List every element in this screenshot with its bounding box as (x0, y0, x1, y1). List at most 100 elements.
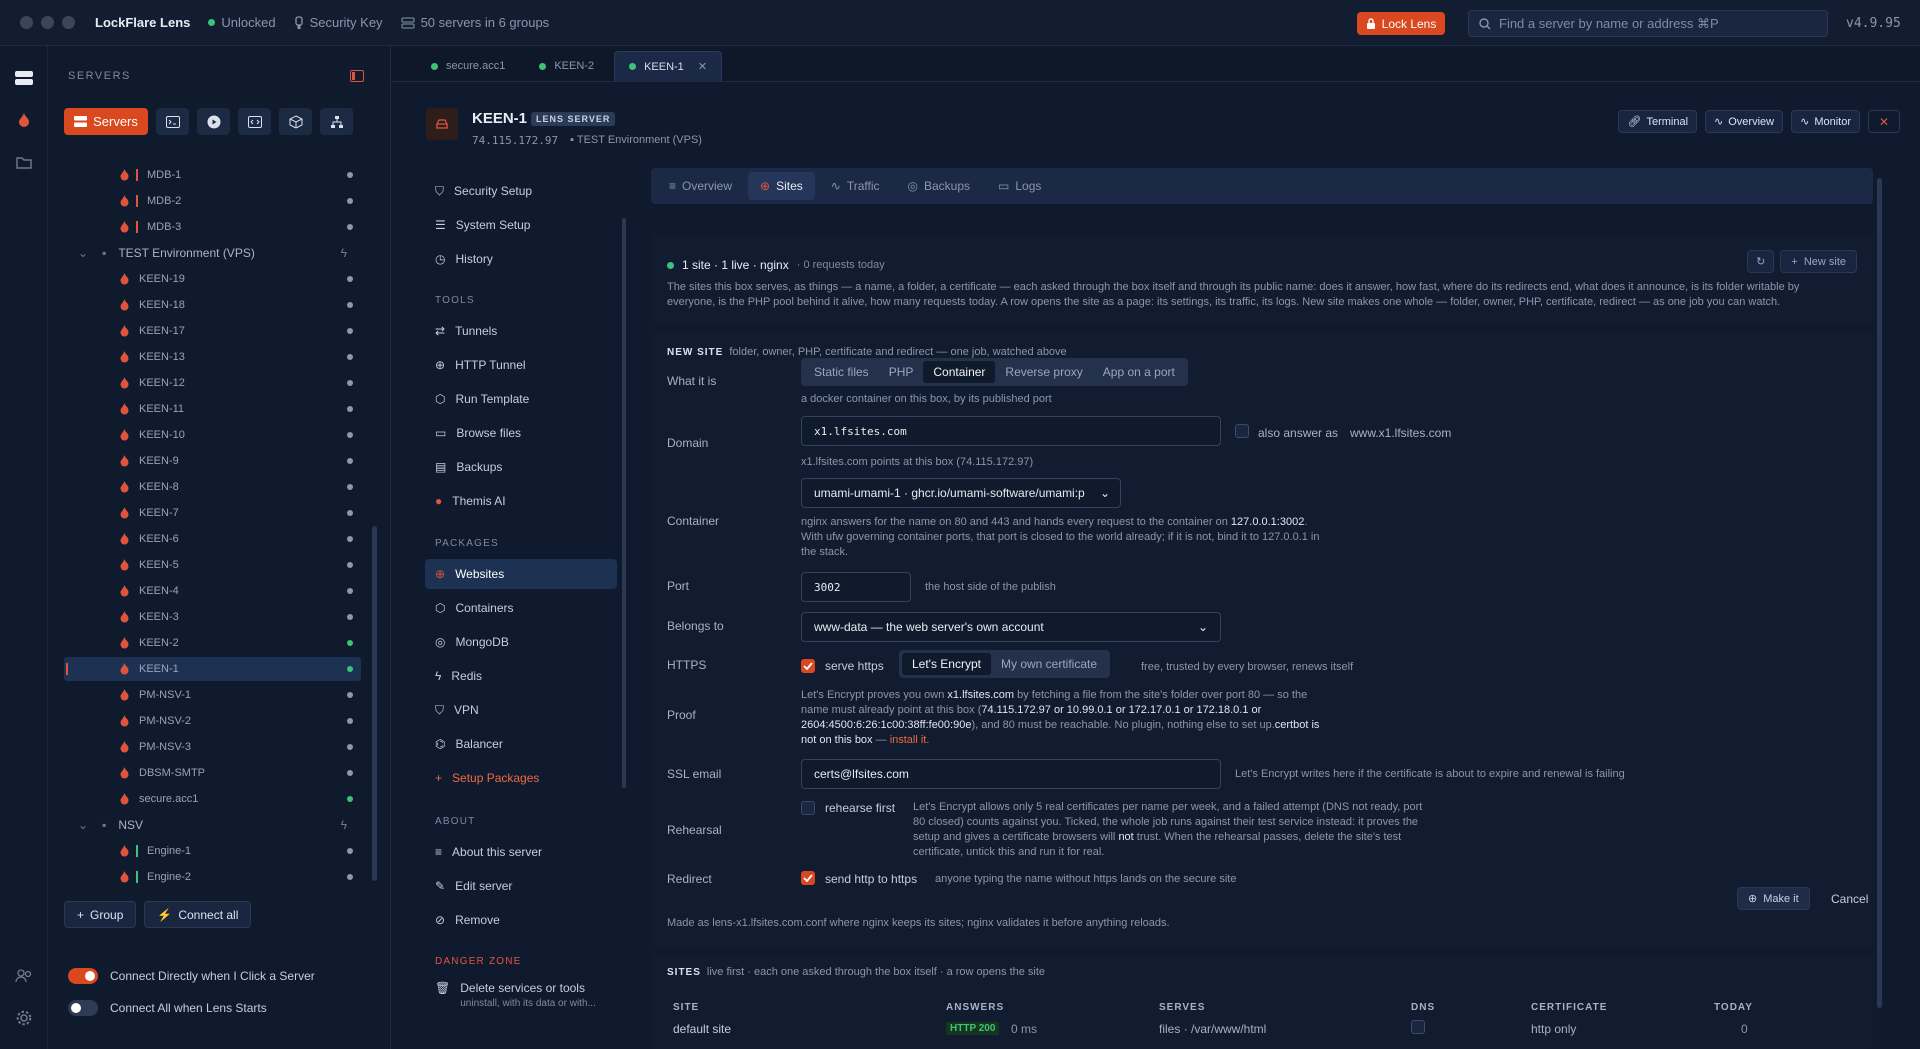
tab-keen-2[interactable]: KEEN-2 (525, 51, 608, 81)
connect-all-toggle[interactable] (68, 1000, 98, 1016)
cert-lets-encrypt[interactable]: Let's Encrypt (902, 653, 991, 675)
sidebar-server-row[interactable]: KEEN-19 (64, 267, 361, 291)
connect-direct-toggle[interactable] (68, 968, 98, 984)
nav-redis[interactable]: ϟ Redis (425, 661, 617, 691)
nav-remove[interactable]: ⊘ Remove (425, 905, 617, 935)
sidebar-server-row[interactable]: KEEN-4 (64, 579, 361, 603)
kind-static-files[interactable]: Static files (804, 361, 879, 383)
nav-setup-packages[interactable]: + Setup Packages (425, 763, 617, 793)
kind-app-on-port[interactable]: App on a port (1093, 361, 1185, 383)
sidebar-group[interactable]: ⌄ ▪ TEST Environment (VPS) ϟ (64, 241, 361, 265)
nav-about-server[interactable]: ≡ About this server (425, 837, 617, 867)
kind-php[interactable]: PHP (879, 361, 924, 383)
domain-input[interactable]: x1.lfsites.com (801, 416, 1221, 446)
sidebar-server-row[interactable]: KEEN-8 (64, 475, 361, 499)
nav-containers[interactable]: ⬡ Containers (425, 593, 617, 623)
servers-rail-icon[interactable] (12, 66, 36, 90)
row-site[interactable]: default site (673, 1022, 731, 1036)
also-answer-checkbox[interactable] (1235, 424, 1249, 438)
sidebar-server-row[interactable]: KEEN-11 (64, 397, 361, 421)
nav-browse-files[interactable]: ▭ Browse files (425, 418, 617, 448)
window-maximize-dot[interactable] (62, 16, 75, 29)
monitor-button[interactable]: ∿ Monitor (1791, 110, 1860, 133)
subtab-logs[interactable]: ▭ Logs (986, 172, 1053, 200)
port-input[interactable]: 3002 (801, 572, 911, 602)
sidebar-server-row[interactable]: KEEN-6 (64, 527, 361, 551)
sidebar-server-row[interactable]: PM-NSV-1 (64, 683, 361, 707)
sidebar-server-row[interactable]: MDB-3 (64, 215, 361, 239)
make-it-button[interactable]: ⊕ Make it (1737, 887, 1810, 910)
package-tab-button[interactable] (279, 108, 312, 135)
cert-own[interactable]: My own certificate (991, 653, 1107, 675)
sidebar-group[interactable]: ⌄ ▪ NSV ϟ (64, 813, 361, 837)
sidebar-server-row[interactable]: KEEN-9 (64, 449, 361, 473)
bolt-icon[interactable]: ϟ (341, 246, 347, 260)
subtab-overview[interactable]: ≡ Overview (657, 172, 744, 200)
terminal-button[interactable]: 🔗︎ Terminal (1618, 110, 1698, 133)
nav-delete-services[interactable]: 🗑︎ Delete services or tools uninstall, wit… (425, 977, 617, 1011)
sidebar-server-row[interactable]: KEEN-10 (64, 423, 361, 447)
connect-all-button[interactable]: ⚡ Connect all (144, 901, 252, 928)
sidebar-scrollbar[interactable] (372, 526, 377, 881)
rehearse-checkbox[interactable] (801, 801, 815, 815)
ssl-email-input[interactable]: certs@lfsites.com (801, 759, 1221, 789)
cancel-button[interactable]: Cancel (1831, 892, 1868, 906)
sidebar-server-row[interactable]: DBSM-SMTP (64, 761, 361, 785)
security-key[interactable]: Security Key (294, 15, 383, 30)
terminal-tab-button[interactable] (156, 108, 189, 135)
lock-lens-button[interactable]: Lock Lens (1357, 12, 1445, 35)
nav-balancer[interactable]: ⌬ Balancer (425, 729, 617, 759)
tab-keen-1[interactable]: KEEN-1 ✕ (614, 51, 723, 81)
chevron-down-icon[interactable]: ⌄ (78, 818, 88, 832)
folder-rail-icon[interactable] (12, 150, 36, 174)
nav-backups[interactable]: ▤ Backups (425, 452, 617, 482)
sidebar-server-row[interactable]: PM-NSV-2 (64, 709, 361, 733)
redirect-checkbox[interactable] (801, 871, 815, 885)
sidebar-server-row[interactable]: PM-NSV-3 (64, 735, 361, 759)
flame-rail-icon[interactable] (12, 108, 36, 132)
tab-close-icon[interactable]: ✕ (698, 60, 707, 73)
sidebar-server-row[interactable]: KEEN-2 (64, 631, 361, 655)
add-group-button[interactable]: + Group (64, 901, 137, 928)
sidebar-server-row[interactable]: KEEN-18 (64, 293, 361, 317)
main-scrollbar[interactable] (1877, 178, 1882, 1008)
users-rail-icon[interactable] (12, 964, 36, 988)
sidebar-server-row[interactable]: MDB-2 (64, 189, 361, 213)
sidebar-server-row[interactable]: Engine-2 (64, 865, 361, 889)
refresh-button[interactable]: ↻ (1747, 250, 1775, 273)
window-close-dot[interactable] (20, 16, 33, 29)
play-tab-button[interactable] (197, 108, 230, 135)
sidebar-server-row[interactable]: KEEN-17 (64, 319, 361, 343)
settings-rail-icon[interactable] (12, 1006, 36, 1030)
nav-themis-ai[interactable]: ● Themis AI (425, 486, 617, 516)
nav-history[interactable]: ◷ History (425, 244, 617, 274)
close-server-button[interactable]: ✕ (1868, 110, 1900, 133)
sidebar-server-row[interactable]: KEEN-12 (64, 371, 361, 395)
subtab-sites[interactable]: ⊕ Sites (748, 172, 815, 200)
nav-mongodb[interactable]: ◎ MongoDB (425, 627, 617, 657)
network-tab-button[interactable] (320, 108, 353, 135)
nav-system-setup[interactable]: ☰ System Setup (425, 210, 617, 240)
nav-websites[interactable]: ⊕ Websites (425, 559, 617, 589)
kind-reverse-proxy[interactable]: Reverse proxy (995, 361, 1092, 383)
sidebar-server-row[interactable]: secure.acc1 (64, 787, 361, 811)
serve-https-checkbox[interactable] (801, 659, 815, 673)
nav-scrollbar[interactable] (622, 218, 626, 788)
sidebar-server-row[interactable]: KEEN-3 (64, 605, 361, 629)
code-tab-button[interactable] (238, 108, 271, 135)
sidebar-server-row[interactable]: KEEN-7 (64, 501, 361, 525)
servers-tab-button[interactable]: Servers (64, 108, 148, 135)
nav-tunnels[interactable]: ⇄ Tunnels (425, 316, 617, 346)
sidebar-server-row[interactable]: KEEN-1 (64, 657, 361, 681)
server-search-input[interactable]: Find a server by name or address ⌘P (1468, 10, 1828, 37)
nav-edit-server[interactable]: ✎ Edit server (425, 871, 617, 901)
overview-button[interactable]: ∿ Overview (1705, 110, 1784, 133)
sidebar-server-row[interactable]: MDB-1 (64, 163, 361, 187)
sidebar-server-row[interactable]: Engine-1 (64, 839, 361, 863)
sidebar-server-row[interactable]: KEEN-5 (64, 553, 361, 577)
owner-select[interactable]: www-data — the web server's own account ⌄ (801, 612, 1221, 642)
install-certbot-link[interactable]: install it. (890, 734, 930, 746)
subtab-backups[interactable]: ◎ Backups (896, 172, 983, 200)
subtab-traffic[interactable]: ∿ Traffic (819, 172, 892, 200)
new-site-button[interactable]: + New site (1780, 250, 1857, 273)
